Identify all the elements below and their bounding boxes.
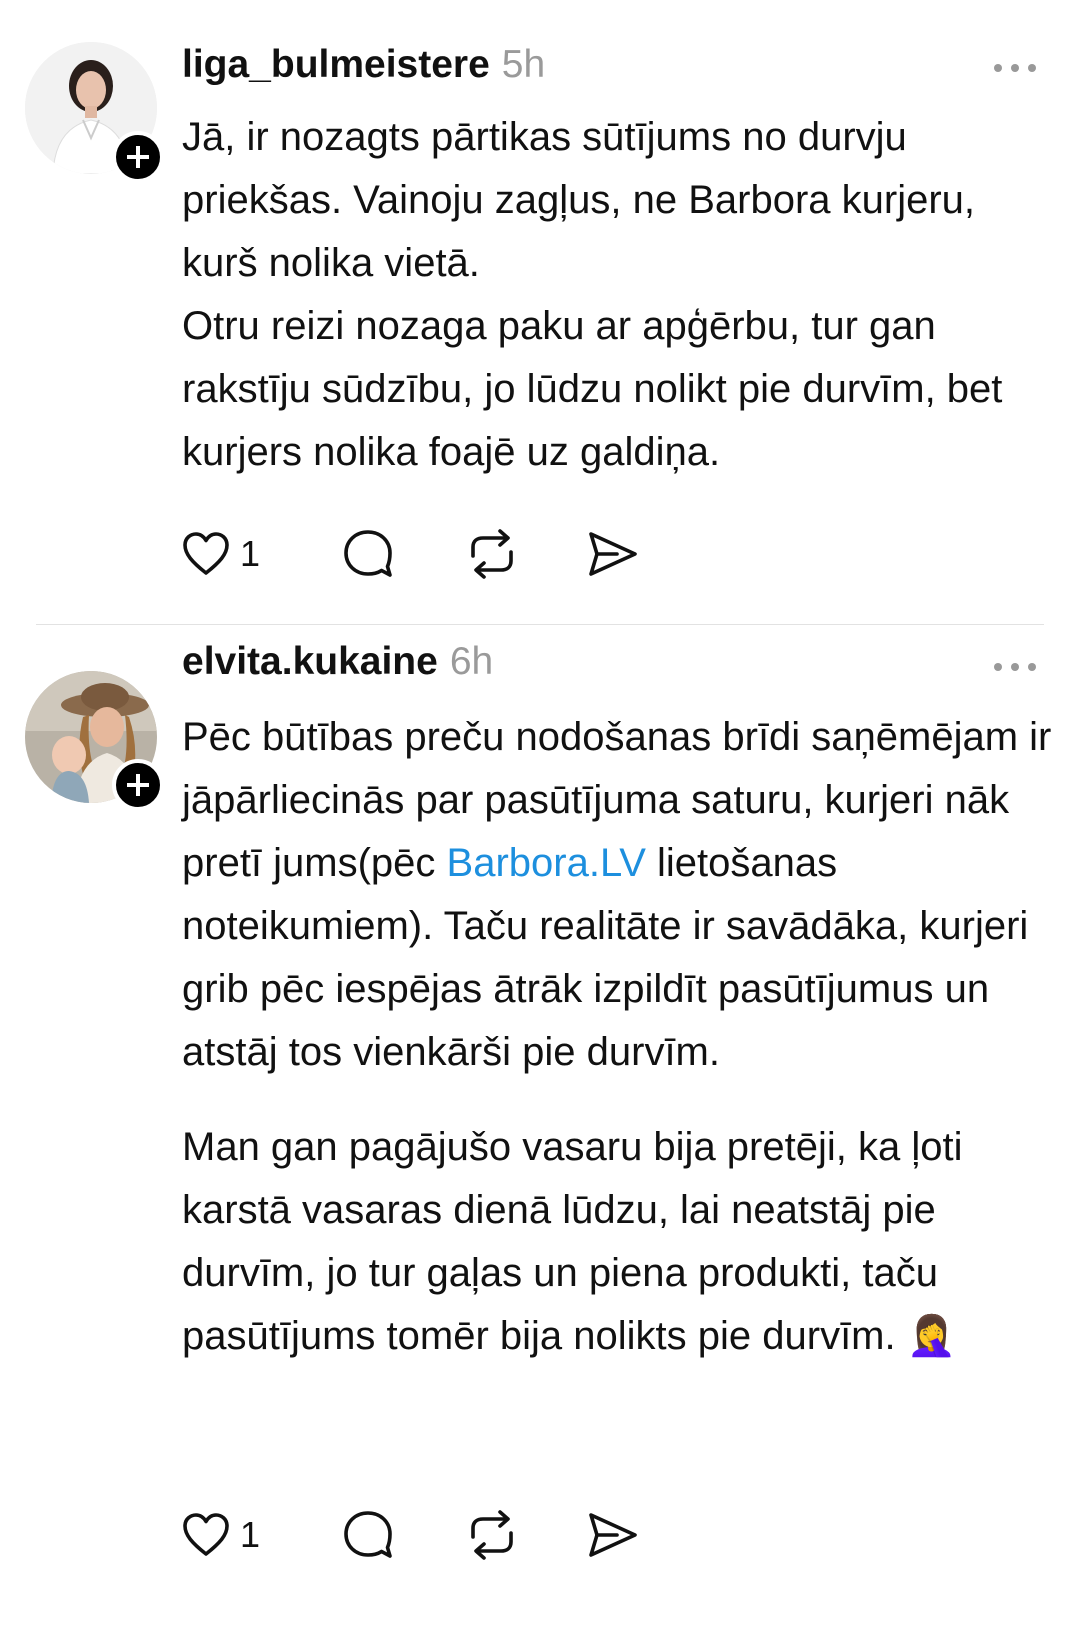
comment-button[interactable] xyxy=(342,526,394,582)
repost-icon xyxy=(471,529,513,579)
post-paragraph: Pēc būtības preču nodošanas brīdi saņēmē… xyxy=(182,706,1052,1084)
post-header: liga_bulmeistere 5h xyxy=(182,43,545,93)
plus-icon[interactable] xyxy=(112,131,164,183)
paragraph-text: Man gan pagājušo vasaru bija pretēji, ka… xyxy=(182,1125,963,1358)
action-bar: 1 xyxy=(182,1507,662,1563)
post-body: Pēc būtības preču nodošanas brīdi saņēmē… xyxy=(182,706,1052,1368)
comment-icon xyxy=(344,530,392,577)
plus-icon[interactable] xyxy=(112,759,164,811)
like-count: 1 xyxy=(240,1514,261,1555)
post-paragraph: Man gan pagājušo vasaru bija pretēji, ka… xyxy=(182,1116,1052,1368)
timestamp: 6h xyxy=(449,640,494,683)
post-elvita: elvita.kukaine 6h Pēc būtības preču nodo… xyxy=(0,625,1080,1647)
username[interactable]: elvita.kukaine xyxy=(182,640,438,684)
more-icon[interactable] xyxy=(994,64,1036,74)
post-paragraph: Otru reizi nozaga paku ar apģērbu, tur g… xyxy=(182,304,1003,474)
repost-button[interactable] xyxy=(465,526,519,582)
post-body: Jā, ir nozagts pārtikas sūtījums no durv… xyxy=(182,106,1052,484)
timestamp: 5h xyxy=(501,43,546,86)
comment-icon xyxy=(344,1511,392,1558)
post-header: elvita.kukaine 6h xyxy=(182,640,493,690)
like-button[interactable]: 1 xyxy=(182,526,260,582)
action-bar: 1 xyxy=(182,526,662,582)
facepalm-emoji: 🤦‍♀️ xyxy=(906,1314,957,1358)
post-liga: liga_bulmeistere 5h Jā, ir nozagts pārti… xyxy=(0,0,1080,625)
heart-icon xyxy=(183,1513,229,1556)
share-button[interactable] xyxy=(587,1507,639,1563)
repost-icon xyxy=(471,1510,513,1560)
username[interactable]: liga_bulmeistere xyxy=(182,43,490,87)
post-paragraph: Jā, ir nozagts pārtikas sūtījums no durv… xyxy=(182,115,976,285)
heart-icon xyxy=(183,532,229,575)
like-count: 1 xyxy=(240,533,261,574)
comment-button[interactable] xyxy=(342,1507,394,1563)
share-icon xyxy=(589,532,637,576)
more-icon[interactable] xyxy=(994,663,1036,673)
share-button[interactable] xyxy=(587,526,639,582)
barbora-link[interactable]: Barbora.LV xyxy=(447,841,646,885)
share-icon xyxy=(589,1513,637,1557)
repost-button[interactable] xyxy=(465,1507,519,1563)
like-button[interactable]: 1 xyxy=(182,1507,260,1563)
